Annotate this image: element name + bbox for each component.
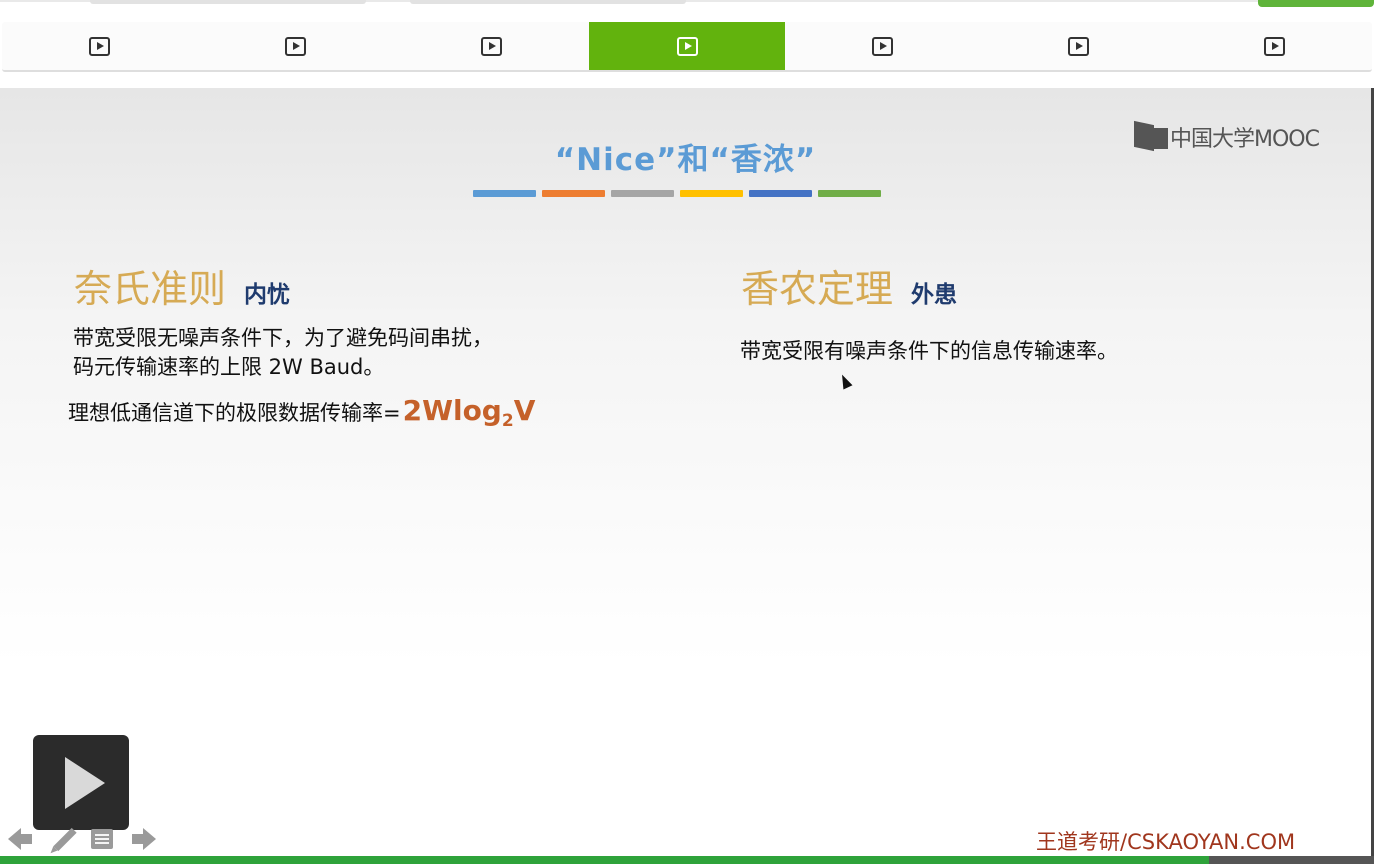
shannon-subtitle: 外患 xyxy=(911,282,958,308)
shannon-heading: 香农定理 外患 xyxy=(741,258,957,313)
unit-tab-6[interactable] xyxy=(981,22,1177,70)
nyquist-formula-line: 理想低通信道下的极限数据传输率= 2Wlog2V xyxy=(68,394,535,431)
nyquist-heading: 奈氏准则 内忧 xyxy=(74,258,290,313)
next-arrow-icon xyxy=(132,828,156,850)
nyquist-title: 奈氏准则 xyxy=(74,267,227,311)
play-icon xyxy=(285,36,307,56)
accent-segment xyxy=(818,190,881,197)
player-controls xyxy=(8,826,156,852)
top-tab[interactable] xyxy=(410,0,686,4)
top-tab[interactable] xyxy=(90,0,366,4)
play-icon xyxy=(480,36,502,56)
video-progress-bar[interactable] xyxy=(0,856,1374,864)
play-icon xyxy=(1067,36,1089,56)
accent-segment xyxy=(749,190,812,197)
unit-tab-4-active[interactable] xyxy=(589,22,785,70)
nyquist-description: 带宽受限无噪声条件下，为了避免码间串扰， 码元传输速率的上限 2W Baud。 xyxy=(73,324,493,382)
next-slide-button[interactable] xyxy=(128,826,156,852)
accent-segment xyxy=(611,190,674,197)
formula-main: 2Wlog xyxy=(402,394,502,427)
play-icon xyxy=(872,36,894,56)
top-nav-strip xyxy=(0,0,1374,8)
play-icon xyxy=(65,756,105,809)
mouse-cursor-icon xyxy=(837,372,853,390)
video-progress-fill xyxy=(0,856,1210,864)
lecture-slide[interactable]: 中国大学MOOC “Nice”和“香浓” 奈氏准则 内忧 带宽受限无噪声条件下，… xyxy=(0,88,1374,858)
unit-tab-bar xyxy=(2,22,1372,72)
nyquist-line-1: 带宽受限无噪声条件下，为了避免码间串扰， xyxy=(73,326,493,350)
accent-segment xyxy=(542,190,605,197)
nyquist-formula: 2Wlog2V xyxy=(403,394,536,431)
notes-icon xyxy=(91,829,113,849)
prev-arrow-icon xyxy=(8,828,32,850)
pen-tool-button[interactable] xyxy=(48,826,77,852)
notes-button[interactable] xyxy=(88,826,116,852)
play-icon xyxy=(89,36,111,56)
nyquist-line-2: 码元传输速率的上限 2W Baud。 xyxy=(73,355,385,379)
accent-segment xyxy=(680,190,743,197)
formula-subscript: 2 xyxy=(501,411,514,431)
unit-tab-2[interactable] xyxy=(198,22,394,70)
unit-tab-1[interactable] xyxy=(2,22,198,70)
shannon-title: 香农定理 xyxy=(741,267,894,311)
title-accent-bar xyxy=(473,190,881,197)
formula-end: V xyxy=(513,394,536,427)
prev-slide-button[interactable] xyxy=(8,826,36,852)
shannon-description: 带宽受限有噪声条件下的信息传输速率。 xyxy=(740,339,1118,363)
formula-label: 理想低通信道下的极限数据传输率= xyxy=(68,401,401,425)
pen-icon xyxy=(53,827,77,852)
big-play-button[interactable] xyxy=(33,735,129,830)
unit-tab-7[interactable] xyxy=(1176,22,1372,70)
slide-title: “Nice”和“香浓” xyxy=(554,142,817,178)
accent-segment xyxy=(473,190,536,197)
nyquist-subtitle: 内忧 xyxy=(244,282,291,308)
top-action-button[interactable] xyxy=(1258,0,1374,7)
footer-credit: 王道考研/CSKAOYAN.COM xyxy=(1036,830,1296,854)
play-icon xyxy=(1263,36,1285,56)
play-icon xyxy=(676,36,698,56)
unit-tab-3[interactable] xyxy=(393,22,589,70)
unit-tab-5[interactable] xyxy=(785,22,981,70)
